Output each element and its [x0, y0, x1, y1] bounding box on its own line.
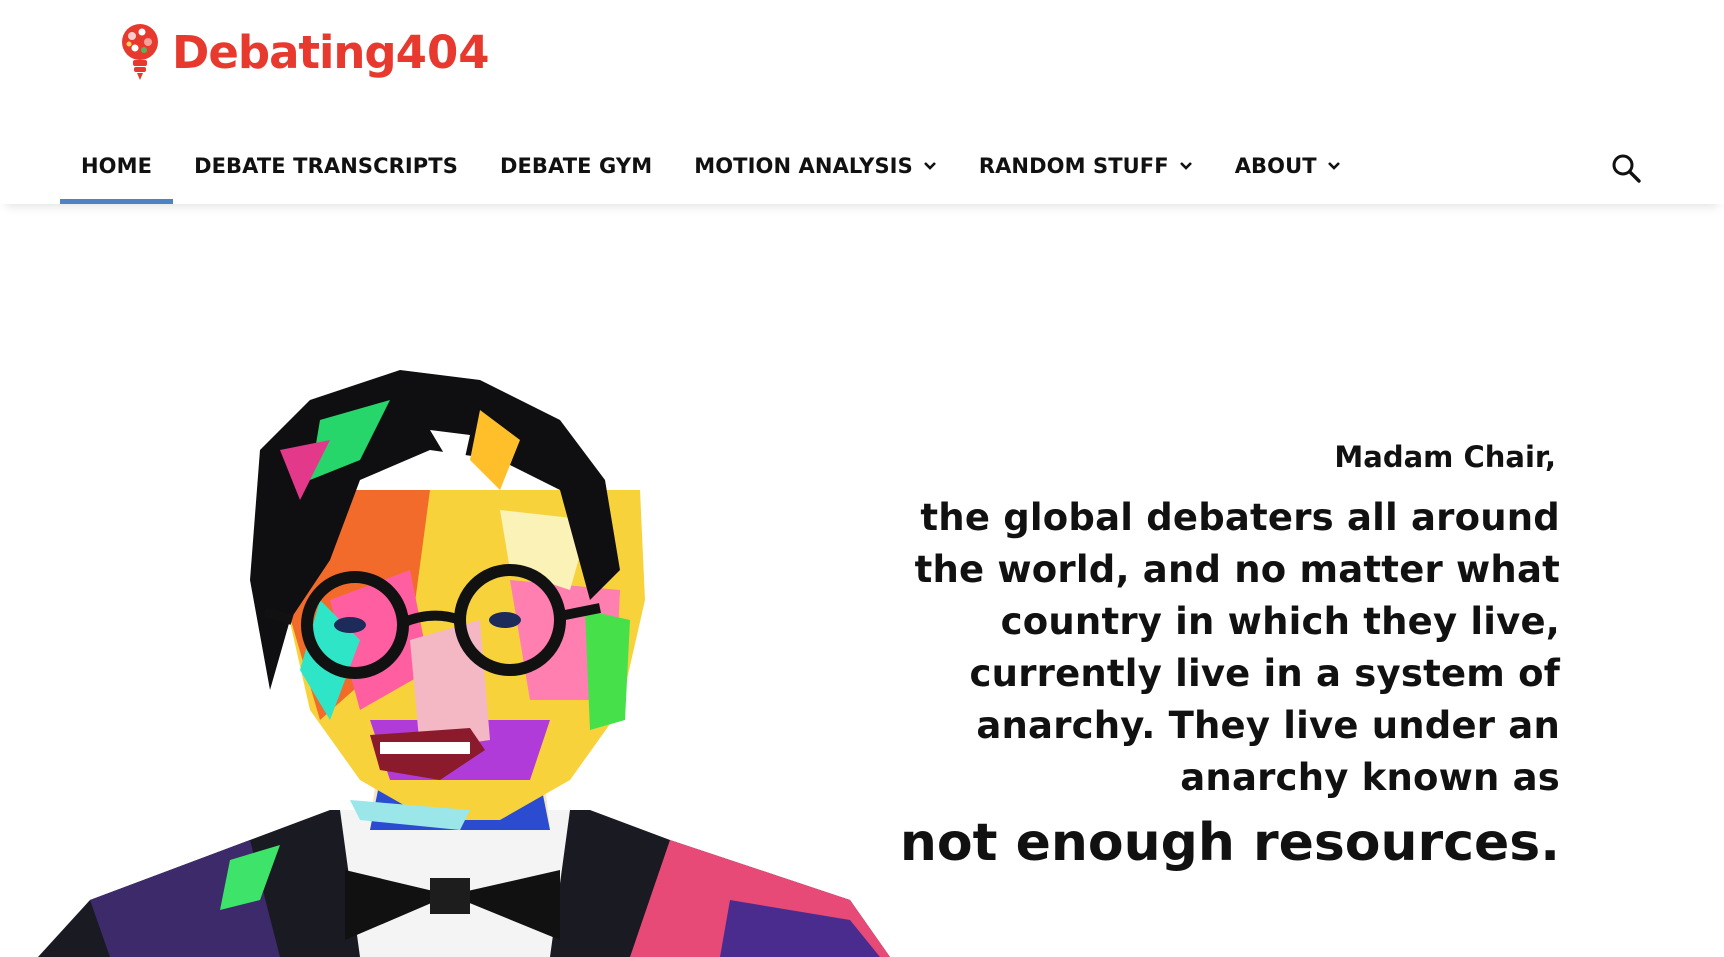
menu-item-label: DEBATE TRANSCRIPTS — [194, 154, 458, 178]
menu-item-about[interactable]: ABOUT — [1214, 128, 1362, 204]
quote-line: country in which they live, — [1000, 600, 1560, 643]
menu-list: HOME DEBATE TRANSCRIPTS DEBATE GYM MOTIO… — [60, 128, 1362, 204]
pop-art-portrait-image — [38, 370, 890, 957]
main-menu: HOME DEBATE TRANSCRIPTS DEBATE GYM MOTIO… — [0, 128, 1724, 204]
menu-item-debate-gym[interactable]: DEBATE GYM — [479, 128, 673, 204]
menu-item-home[interactable]: HOME — [60, 128, 174, 204]
hero-banner: Madam Chair, the global debaters all aro… — [0, 210, 1724, 957]
chevron-down-icon — [1179, 162, 1192, 170]
menu-item-motion-analysis[interactable]: MOTION ANALYSIS — [673, 128, 958, 204]
quote-body: the global debaters all around the world… — [840, 492, 1560, 804]
chevron-down-icon — [1327, 162, 1340, 170]
logo-number: 404 — [395, 25, 490, 79]
menu-item-random-stuff[interactable]: RANDOM STUFF — [958, 128, 1214, 204]
site-logo[interactable]: Debating404 — [120, 20, 490, 84]
logo-word: Debating — [172, 25, 397, 79]
quote-punchline: not enough resources. — [899, 813, 1560, 873]
chevron-down-icon — [923, 162, 936, 170]
menu-item-debate-transcripts[interactable]: DEBATE TRANSCRIPTS — [173, 128, 479, 204]
menu-item-label: DEBATE GYM — [499, 154, 653, 178]
menu-item-label: ABOUT — [1234, 154, 1317, 178]
menu-item-label: RANDOM STUFF — [978, 154, 1169, 178]
quote-line: the world, and no matter what — [914, 548, 1560, 591]
quote-salutation: Madam Chair, — [1334, 440, 1556, 474]
hero-quote: Madam Chair, the global debaters all aro… — [840, 440, 1560, 876]
quote-line: currently live in a system of — [969, 652, 1560, 695]
quote-line: anarchy known as — [1180, 756, 1560, 799]
quote-line: anarchy. They live under an — [976, 704, 1560, 747]
lightbulb-logo-icon — [122, 24, 158, 80]
menu-item-label: MOTION ANALYSIS — [694, 154, 913, 178]
search-icon[interactable] — [1610, 152, 1642, 184]
logo-wordmark: Debating404 — [172, 26, 490, 79]
quote-line: the global debaters all around — [920, 496, 1560, 539]
menu-item-label: HOME — [81, 154, 153, 178]
